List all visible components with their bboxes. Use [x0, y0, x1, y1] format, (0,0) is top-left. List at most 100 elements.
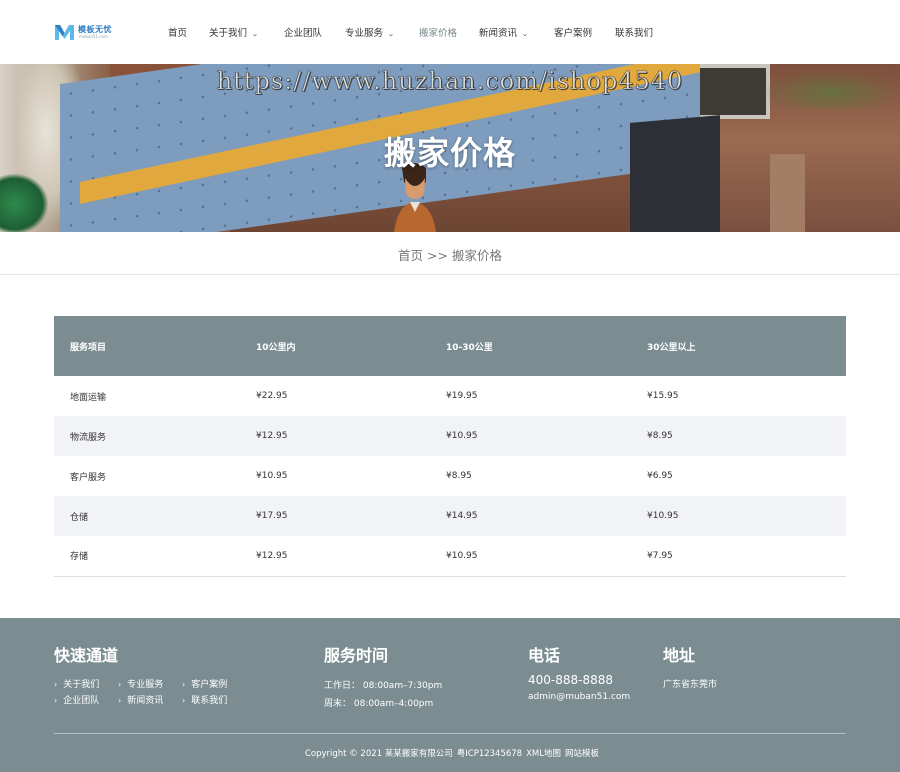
- table-cell: ¥7.95: [631, 536, 846, 577]
- nav-item-team[interactable]: 企业团队: [284, 25, 322, 39]
- nav-item-label: 搬家价格: [419, 28, 458, 39]
- footer-link-team[interactable]: › 企业团队: [54, 693, 99, 706]
- nav-item-contact[interactable]: 联系我们: [615, 25, 653, 39]
- table-cell: 客户服务: [70, 472, 107, 483]
- table-cell: ¥17.95: [240, 496, 430, 536]
- footer-link-label: 联系我们: [191, 696, 228, 706]
- nav-item-label: 专业服务: [345, 28, 384, 39]
- footer-phone: 电话 400-888-8888 admin@muban51.com: [528, 642, 630, 702]
- chevron-right-icon: ›: [54, 696, 58, 705]
- footer-divider: [54, 733, 846, 734]
- chevron-down-icon: ⌄: [521, 30, 529, 38]
- table-header-cell: 10-30公里: [430, 316, 631, 376]
- footer-email[interactable]: admin@muban51.com: [528, 692, 630, 702]
- table-cell: ¥10.95: [430, 536, 631, 577]
- banner-watermark: https://www.huzhan.com/ishop4540: [216, 67, 684, 96]
- footer-link-news[interactable]: › 新闻资讯: [118, 693, 163, 706]
- table-cell: 存储: [54, 536, 240, 577]
- chevron-right-icon: ›: [54, 680, 58, 689]
- footer-section-title: 快速通道: [54, 646, 119, 665]
- table-cell: ¥15.95: [647, 391, 679, 401]
- chevron-down-icon: ⌄: [251, 30, 259, 38]
- footer-link-label: 关于我们: [63, 680, 100, 690]
- table-cell: ¥10.95: [430, 416, 631, 456]
- footer-address-text: 广东省东莞市: [663, 680, 718, 690]
- table-row: 物流服务 ¥12.95 ¥10.95 ¥8.95: [54, 416, 846, 456]
- footer-hours-weekday: 工作日： 08:00am–7:30pm: [324, 681, 443, 691]
- footer-service-hours: 服务时间 工作日： 08:00am–7:30pm 周末： 08:00am–4:0…: [324, 642, 442, 709]
- breadcrumb-current: 搬家价格: [451, 248, 502, 263]
- table-cell: ¥6.95: [647, 471, 673, 481]
- table-row: 客户服务 ¥10.95 ¥8.95 ¥6.95: [54, 456, 846, 496]
- table-row: 地面运输 ¥22.95 ¥19.95 ¥15.95: [54, 376, 846, 416]
- template-link[interactable]: 网站模板: [565, 749, 599, 759]
- nav-item-about[interactable]: 关于我们 ⌄: [209, 25, 259, 39]
- copyright-line: Copyright © 2021 某某搬家有限公司 粤ICP12345678 XML…: [0, 747, 900, 759]
- table-cell: ¥10.95: [256, 471, 288, 481]
- breadcrumb-separator: >>: [427, 248, 448, 263]
- chevron-right-icon: ›: [118, 680, 122, 689]
- table-header-cell: 10公里内: [240, 316, 430, 376]
- table-cell: 仓储: [54, 496, 240, 536]
- nav-item-label: 关于我们: [209, 28, 248, 39]
- table-cell: ¥12.95: [240, 416, 430, 456]
- footer-section-title: 电话: [528, 646, 561, 665]
- page-banner: https://www.huzhan.com/ishop4540 搬家价格: [0, 64, 900, 232]
- nav-item-home[interactable]: 首页: [168, 25, 187, 39]
- footer-link-services[interactable]: › 专业服务: [118, 677, 163, 690]
- table-row: 存储 ¥12.95 ¥10.95 ¥7.95: [54, 536, 846, 577]
- footer-link-label: 新闻资讯: [127, 696, 164, 706]
- footer-link-label: 客户案例: [191, 680, 228, 690]
- chevron-right-icon: ›: [182, 680, 186, 689]
- footer-phone-number[interactable]: 400-888-8888: [528, 673, 613, 687]
- footer-address: 地址 广东省东莞市: [663, 642, 717, 690]
- sitemap-link[interactable]: XML地图: [526, 749, 561, 759]
- nav-item-label: 新闻资讯: [479, 28, 518, 39]
- footer-section-title: 服务时间: [324, 646, 389, 665]
- price-table: 服务项目 10公里内 10-30公里 30公里以上 地面运输 ¥22.95 ¥1…: [54, 316, 846, 577]
- nav-item-label: 客户案例: [554, 28, 593, 39]
- chevron-down-icon: ⌄: [387, 30, 395, 38]
- copyright-text: Copyright © 2021 某某搬家有限公司: [304, 749, 453, 759]
- banner-photo-plant: [0, 174, 48, 232]
- table-cell: ¥14.95: [430, 496, 631, 536]
- breadcrumb-home-link[interactable]: 首页: [398, 248, 423, 263]
- logo-subtext: muban51.com: [79, 34, 108, 39]
- table-header-row: 服务项目 10公里内 10-30公里 30公里以上: [54, 316, 846, 376]
- nav-item-cases[interactable]: 客户案例: [554, 25, 592, 39]
- nav-item-services[interactable]: 专业服务 ⌄: [345, 25, 395, 39]
- footer-link-about[interactable]: › 关于我们: [54, 677, 99, 690]
- table-cell: ¥22.95: [256, 391, 288, 401]
- breadcrumb: 首页 >> 搬家价格: [0, 245, 900, 264]
- table-header-cell: 30公里以上: [631, 316, 846, 376]
- footer-section-title: 地址: [663, 646, 696, 665]
- table-cell: 地面运输: [70, 392, 107, 403]
- nav-item-news[interactable]: 新闻资讯 ⌄: [479, 25, 529, 39]
- nav-item-label: 企业团队: [284, 28, 323, 39]
- site-header: 模板无忧 muban51.com 首页 关于我们 ⌄ 企业团队 专业服务 ⌄ 搬家价…: [0, 0, 900, 64]
- nav-item-label: 联系我们: [615, 28, 654, 39]
- nav-item-pricing[interactable]: 搬家价格: [419, 25, 457, 39]
- breadcrumb-bar: 首页 >> 搬家价格: [0, 232, 900, 275]
- footer-link-cases[interactable]: › 客户案例: [182, 677, 227, 690]
- table-row: 仓储 ¥17.95 ¥14.95 ¥10.95: [54, 496, 846, 536]
- table-cell: ¥12.95: [240, 536, 430, 577]
- footer-link-label: 企业团队: [63, 696, 100, 706]
- chevron-right-icon: ›: [118, 696, 122, 705]
- table-cell: ¥8.95: [446, 471, 472, 481]
- site-logo[interactable]: 模板无忧 muban51.com: [54, 22, 116, 42]
- table-header-cell: 服务项目: [54, 316, 240, 376]
- footer-link-label: 专业服务: [127, 680, 164, 690]
- table-cell: ¥10.95: [631, 496, 846, 536]
- chevron-right-icon: ›: [182, 696, 186, 705]
- site-footer: 快速通道 › 关于我们 › 专业服务 › 客户案例 › 企业团队 › 新闻资讯 › 联系我们…: [0, 618, 900, 772]
- icp-link[interactable]: 粤ICP12345678: [457, 749, 522, 759]
- table-cell: ¥19.95: [446, 391, 478, 401]
- logo-m-icon: [55, 25, 74, 40]
- nav-item-label: 首页: [168, 28, 188, 39]
- table-cell: 物流服务: [54, 416, 240, 456]
- footer-quick-links: 快速通道 › 关于我们 › 专业服务 › 客户案例 › 企业团队 › 新闻资讯 › 联系我们: [54, 642, 227, 706]
- footer-hours-weekend: 周末： 08:00am–4:00pm: [324, 699, 434, 709]
- footer-link-contact[interactable]: › 联系我们: [182, 693, 227, 706]
- page-title: 搬家价格: [383, 134, 516, 172]
